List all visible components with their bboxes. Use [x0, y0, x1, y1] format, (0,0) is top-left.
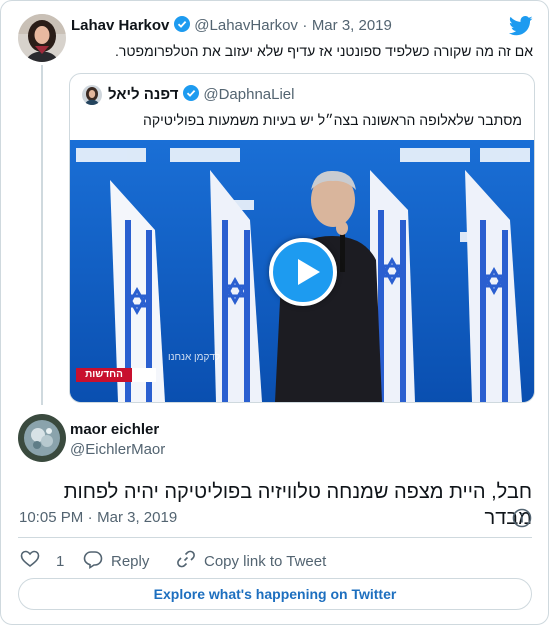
twitter-bird-icon[interactable] — [508, 16, 533, 36]
quoted-author-handle[interactable]: @DaphnaLiel — [203, 86, 294, 103]
thread-connector — [41, 65, 43, 405]
like-button[interactable]: 1 — [20, 549, 64, 573]
tweet-embed-card: Lahav Harkov @LahavHarkov · Mar 3, 2019 … — [0, 0, 549, 625]
quoted-tweet[interactable]: דפנה ליאל @DaphnaLiel מסתבר שלאלופה הראש… — [69, 73, 535, 403]
video-lower-text: לדקמן אנחנו — [168, 352, 221, 363]
tweet-date[interactable]: Mar 3, 2019 — [312, 17, 392, 34]
reply-button[interactable]: Reply — [83, 549, 149, 573]
reply-date[interactable]: Mar 3, 2019 — [97, 509, 177, 526]
dot-separator: · — [87, 509, 93, 526]
play-icon[interactable] — [269, 238, 337, 306]
daphna-avatar[interactable] — [82, 85, 102, 105]
like-count: 1 — [56, 552, 65, 570]
quoted-author-name[interactable]: דפנה ליאל — [108, 86, 178, 103]
info-icon[interactable] — [512, 508, 532, 528]
dot-separator: · — [302, 17, 308, 34]
heart-icon — [20, 549, 40, 573]
link-icon — [176, 549, 196, 573]
video-thumbnail[interactable]: החדשות לדקמן אנחנו — [70, 140, 534, 402]
quoted-tweet-text: מסתבר שלאלופה הראשונה בצה״ל יש בעיות משמ… — [143, 112, 522, 128]
author-handle[interactable]: @LahavHarkov — [194, 17, 298, 34]
verified-icon — [182, 85, 199, 101]
lahav-avatar[interactable] — [18, 14, 66, 62]
video-caption: החדשות — [85, 369, 123, 380]
explore-button[interactable]: Explore what's happening on Twitter — [18, 578, 532, 610]
reply-label: Reply — [111, 552, 150, 570]
divider — [18, 537, 532, 538]
copy-link-button[interactable]: Copy link to Tweet — [176, 549, 326, 573]
reply-author-handle[interactable]: @EichlerMaor — [70, 441, 165, 458]
copy-link-label: Copy link to Tweet — [204, 552, 327, 570]
verified-icon — [173, 16, 190, 32]
author-name[interactable]: Lahav Harkov — [71, 17, 169, 34]
maor-avatar[interactable] — [18, 414, 66, 462]
reply-author-name[interactable]: maor eichler — [70, 421, 159, 438]
reply-time[interactable]: 10:05 PM — [19, 509, 83, 526]
reply-icon — [83, 549, 103, 573]
original-tweet-text: אם זה מה שקורה כשלפיד ספונטני אז עדיף של… — [115, 43, 533, 59]
